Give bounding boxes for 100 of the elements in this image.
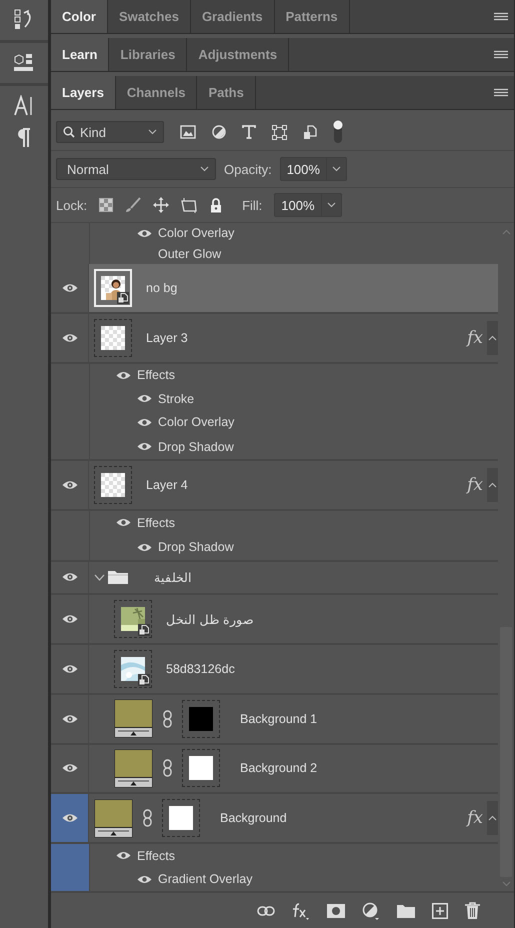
chevron-down-icon <box>332 166 341 172</box>
link-icon[interactable] <box>143 809 152 828</box>
lock-icon[interactable] <box>210 198 222 212</box>
eye-icon[interactable] <box>116 370 131 380</box>
fill-layer-thumbnail <box>94 798 133 838</box>
eye-icon <box>62 763 78 774</box>
layer-row[interactable]: Background fx <box>89 794 498 842</box>
chevron-icon <box>488 334 497 341</box>
folder-icon <box>108 570 128 584</box>
search-icon <box>63 126 75 138</box>
chevron-down-icon <box>200 166 209 172</box>
fx-icon[interactable] <box>292 902 310 920</box>
eye-icon[interactable] <box>137 442 152 452</box>
eye-icon[interactable] <box>137 394 152 404</box>
blend-mode-dropdown[interactable]: Normal <box>56 158 216 180</box>
paragraph-icon[interactable] <box>16 127 32 149</box>
move-icon[interactable] <box>153 197 170 213</box>
brush-icon[interactable] <box>125 197 142 213</box>
new-layer-icon[interactable] <box>432 902 448 918</box>
layer-name: Background 2 <box>240 761 318 776</box>
lock-transparency-icon[interactable] <box>99 198 114 212</box>
layer-row[interactable]: Background 2 <box>89 744 498 792</box>
type-filter-icon[interactable] <box>242 125 256 139</box>
effect-name: Drop Shadow <box>158 540 234 554</box>
library-icon[interactable] <box>13 52 35 74</box>
eye-icon[interactable] <box>116 518 131 528</box>
effects-label: Effects <box>137 368 175 382</box>
link-icon[interactable] <box>163 710 172 728</box>
menu-icon[interactable] <box>494 88 508 98</box>
adjustment-icon[interactable] <box>362 902 380 920</box>
trash-icon[interactable] <box>465 902 480 919</box>
effects-indicator: fx <box>467 328 483 348</box>
effects-label: Effects <box>137 516 175 530</box>
panel-tab[interactable]: Learn <box>51 38 110 71</box>
group-name: الخلفية <box>154 570 192 585</box>
layer-row[interactable]: 58d83126dc <box>89 644 498 693</box>
transparent-thumbnail <box>101 473 125 498</box>
fill-field[interactable]: 100% <box>274 193 342 217</box>
smart-object-icon <box>138 674 150 686</box>
layer-row[interactable]: صورة ظل النخل <box>89 595 498 643</box>
adjustment-filter-icon[interactable] <box>212 125 226 139</box>
panel-tab[interactable]: Layers <box>51 76 116 109</box>
fill-label: Fill: <box>242 198 262 212</box>
shape-filter-icon[interactable] <box>272 124 287 140</box>
layer-name: Layer 3 <box>146 330 188 345</box>
layer-name: Background <box>220 811 287 826</box>
folder-icon[interactable] <box>397 904 415 918</box>
visibility-toggle[interactable] <box>51 794 89 842</box>
filter-toggle[interactable] <box>333 120 343 144</box>
chevron-down-icon <box>326 202 336 208</box>
collapse-button[interactable] <box>487 468 498 502</box>
eye-icon[interactable] <box>137 418 152 427</box>
effect-name: Color Overlay <box>158 226 234 240</box>
eye-icon <box>62 480 78 490</box>
layer-row[interactable]: Layer 4 fx <box>89 461 498 510</box>
eye-icon <box>62 332 78 343</box>
opacity-field[interactable]: 100% <box>280 157 347 181</box>
effects-indicator: fx <box>467 808 483 828</box>
eye-icon <box>62 813 78 824</box>
eye-icon[interactable] <box>137 228 152 238</box>
layer-row[interactable]: Layer 3 fx <box>89 314 498 362</box>
eye-icon <box>62 714 78 724</box>
mask-icon[interactable] <box>327 904 345 918</box>
eye-icon[interactable] <box>116 851 131 860</box>
eye-icon[interactable] <box>137 542 152 552</box>
menu-icon[interactable] <box>494 50 508 60</box>
layer-name: 58d83126dc <box>166 662 235 676</box>
eye-icon[interactable] <box>137 874 152 884</box>
chevron-icon <box>488 482 497 488</box>
layer-row[interactable]: no bg <box>89 264 498 312</box>
link-icon[interactable] <box>163 759 172 778</box>
layer-row[interactable]: Background 1 <box>89 694 498 743</box>
smart-object-filter-icon[interactable] <box>303 124 317 140</box>
fill-layer-thumbnail <box>114 748 153 788</box>
fill-layer-thumbnail <box>114 699 153 738</box>
transparent-thumbnail <box>101 326 125 350</box>
effect-name: Gradient Overlay <box>158 872 252 886</box>
link-icon[interactable] <box>257 906 275 916</box>
collapse-button[interactable] <box>487 801 498 836</box>
menu-icon[interactable] <box>494 12 508 22</box>
layer-row[interactable]: الخلفية <box>89 562 498 594</box>
effects-label: Effects <box>137 848 175 863</box>
effect-name: Outer Glow <box>158 246 222 261</box>
effect-name: Drop Shadow <box>158 440 234 454</box>
filter-dropdown[interactable]: Kind <box>56 121 164 143</box>
eye-icon <box>62 572 78 582</box>
expand-caret-icon[interactable] <box>94 574 105 581</box>
effects-indicator: fx <box>467 475 483 496</box>
artboard-icon[interactable] <box>181 198 198 212</box>
image-filter-icon[interactable] <box>180 125 196 139</box>
eye-icon <box>62 614 78 624</box>
layer-name: Background 1 <box>240 712 318 726</box>
smart-object-icon <box>117 292 129 304</box>
layer-name: Layer 4 <box>146 478 188 492</box>
lock-label: Lock: <box>56 198 88 212</box>
effect-name: Stroke <box>158 392 194 406</box>
layer-name: no bg <box>146 280 178 295</box>
panel-tab[interactable]: Color <box>51 0 108 33</box>
opacity-label: Opacity: <box>224 162 272 176</box>
collapse-button[interactable] <box>487 320 498 355</box>
